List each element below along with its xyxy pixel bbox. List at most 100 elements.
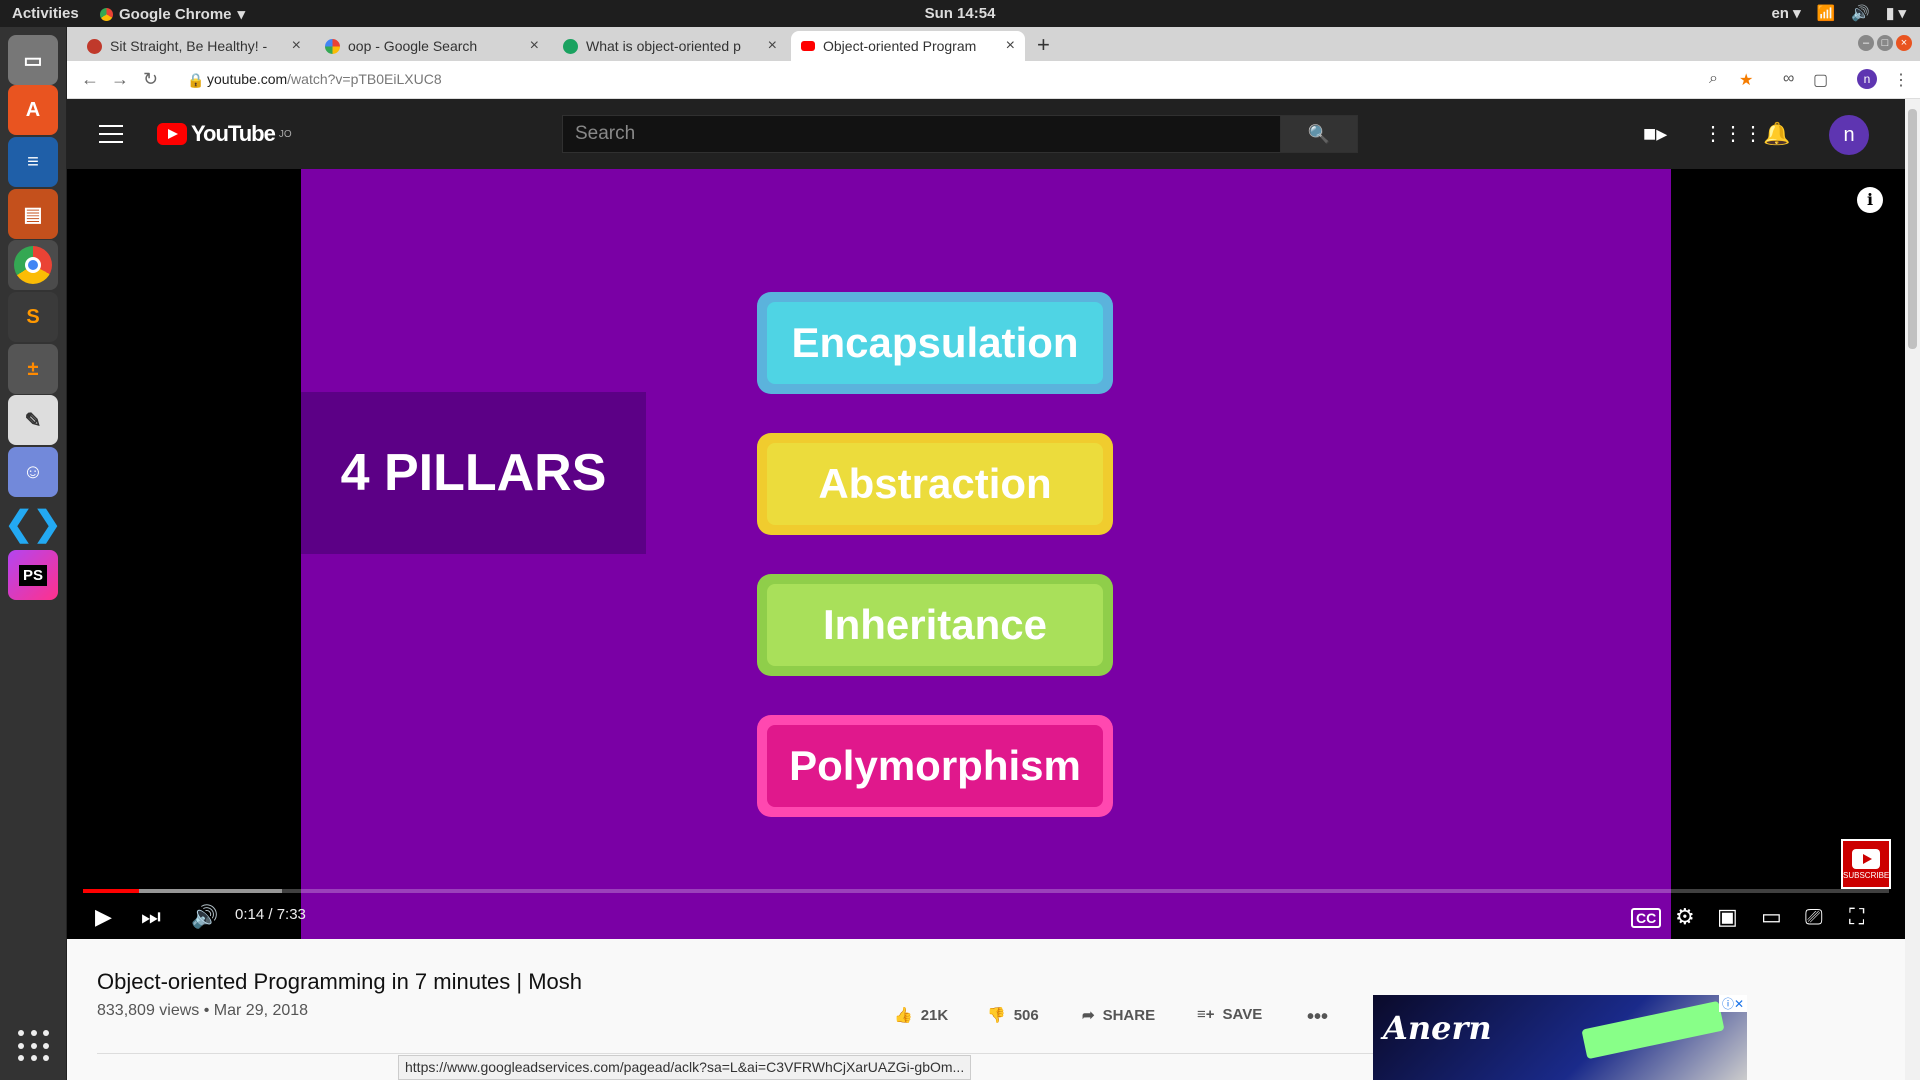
close-window-button[interactable]: × — [1896, 35, 1912, 51]
share-button[interactable]: ➦ SHARE — [1082, 1006, 1155, 1025]
view-count: 833,809 views — [97, 1002, 200, 1019]
address-bar[interactable]: youtube.com/watch?v=pTB0EiLXUC8 — [207, 71, 442, 87]
upload-date: Mar 29, 2018 — [213, 1002, 309, 1019]
like-button[interactable]: 👍 21K — [894, 1006, 948, 1025]
tab-strip: Sit Straight, Be Healthy! - × oop - Goog… — [67, 27, 1920, 61]
chrome-dock-icon[interactable] — [8, 240, 58, 290]
maximize-button[interactable]: □ — [1877, 35, 1893, 51]
miniplayer-button[interactable]: ▣ — [1717, 904, 1738, 930]
discord-icon[interactable]: ☺ — [8, 447, 58, 497]
phpstorm-icon[interactable]: PS — [8, 550, 58, 600]
tab-youtube-video[interactable]: Object-oriented Program × — [791, 31, 1025, 61]
chrome-menu-icon[interactable]: ⋮ — [1893, 70, 1909, 90]
tab-sit-straight[interactable]: Sit Straight, Be Healthy! - × — [77, 31, 311, 61]
dock: ▭ A ≡ ▤ S ± ✎ ☺ ❮❯ PS — [0, 27, 67, 1080]
browser-window: Sit Straight, Be Healthy! - × oop - Goog… — [67, 27, 1920, 1080]
youtube-icon — [801, 41, 815, 51]
settings-gear-icon[interactable]: ⚙ — [1675, 904, 1695, 930]
search-button[interactable]: 🔍 — [1280, 115, 1358, 153]
ad-brand: Anern — [1383, 1009, 1492, 1047]
fullscreen-button[interactable]: ⛶ — [1849, 904, 1864, 930]
sublime-icon[interactable]: S — [8, 292, 58, 342]
volume-button[interactable]: 🔊 — [191, 904, 218, 930]
progress-bar[interactable] — [83, 889, 1889, 893]
tab-what-is-oop[interactable]: What is object-oriented p × — [553, 31, 787, 61]
impress-icon[interactable]: ▤ — [8, 189, 58, 239]
pillar-label: Polymorphism — [789, 742, 1081, 789]
next-button[interactable]: ⏭ — [141, 904, 161, 930]
scrollbar-thumb[interactable] — [1908, 109, 1917, 349]
toolbar: ← → ↻ 🔒 youtube.com/watch?v=pTB0EiLXUC8 … — [67, 61, 1920, 99]
pillar-label: Inheritance — [822, 601, 1048, 648]
extension-square-icon[interactable]: ▢ — [1813, 70, 1828, 90]
hamburger-menu-icon[interactable] — [99, 125, 123, 143]
ad-choices-icon[interactable]: ⓘ✕ — [1718, 995, 1747, 1012]
profile-avatar[interactable]: n — [1857, 69, 1877, 89]
save-button[interactable]: ≡+ SAVE — [1197, 1006, 1262, 1023]
clock[interactable]: Sun 14:54 — [0, 5, 1920, 22]
scrollbar[interactable] — [1905, 99, 1920, 1080]
region-code: JO — [278, 128, 292, 140]
close-icon[interactable]: × — [530, 37, 539, 55]
wifi-icon: 📶 — [1816, 5, 1836, 22]
captions-button[interactable]: CC — [1631, 908, 1662, 928]
video-player[interactable]: 4 PILLARS Encapsulation Abstraction Inhe… — [67, 169, 1905, 939]
reload-button[interactable]: ↻ — [143, 69, 158, 90]
youtube-logo-text: YouTube — [191, 121, 276, 146]
lock-icon[interactable]: 🔒 — [187, 72, 204, 89]
files-icon[interactable]: ▭ — [8, 35, 58, 85]
play-button[interactable]: ▶ — [95, 904, 112, 930]
theater-mode-button[interactable]: ▭ — [1761, 904, 1782, 930]
forward-button[interactable]: → — [111, 69, 129, 90]
youtube-masthead: YouTube JO Search 🔍 ■▸ ⋮⋮⋮ 🔔 n — [67, 99, 1905, 169]
video-frame: 4 PILLARS Encapsulation Abstraction Inhe… — [301, 169, 1671, 939]
tab-title: oop - Google Search — [348, 38, 478, 54]
account-avatar[interactable]: n — [1829, 115, 1869, 155]
calculator-icon[interactable]: ± — [8, 344, 58, 394]
ad-banner[interactable]: Anern ⓘ✕ — [1373, 995, 1747, 1080]
played-bar — [83, 889, 139, 893]
slide-heading: 4 PILLARS — [301, 392, 646, 554]
language-indicator[interactable]: en ▾ — [1771, 4, 1800, 22]
watermark-label: SUBSCRIBE — [1843, 871, 1890, 880]
tab-google-search[interactable]: oop - Google Search × — [315, 31, 549, 61]
zoom-icon[interactable]: ⌕ — [1709, 70, 1718, 88]
tab-favicon — [87, 38, 102, 54]
youtube-page: YouTube JO Search 🔍 ■▸ ⋮⋮⋮ 🔔 n 4 PILLARS… — [67, 99, 1905, 1080]
pillar-inheritance: Inheritance — [757, 574, 1113, 676]
google-icon — [325, 38, 340, 54]
close-icon[interactable]: × — [768, 37, 777, 55]
create-video-icon[interactable]: ■▸ — [1643, 121, 1667, 147]
video-title: Object-oriented Programming in 7 minutes… — [97, 969, 583, 994]
info-icon[interactable]: i — [1857, 187, 1883, 213]
new-tab-button[interactable]: + — [1037, 32, 1050, 58]
close-icon[interactable]: × — [292, 37, 301, 55]
search-input[interactable]: Search — [562, 115, 1282, 153]
apps-grid-icon[interactable]: ⋮⋮⋮ — [1703, 121, 1763, 146]
writer-icon[interactable]: ≡ — [8, 137, 58, 187]
cast-icon[interactable]: ⎚ — [1805, 904, 1823, 930]
back-button[interactable]: ← — [81, 69, 99, 90]
play-icon — [1852, 849, 1880, 869]
bookmark-star-icon[interactable]: ★ — [1739, 70, 1753, 90]
tab-favicon — [563, 38, 578, 54]
software-center-icon[interactable]: A — [8, 85, 58, 135]
subscribe-watermark[interactable]: SUBSCRIBE — [1841, 839, 1891, 889]
close-icon[interactable]: × — [1006, 37, 1015, 55]
tab-title: What is object-oriented p — [586, 38, 741, 54]
youtube-logo[interactable]: YouTube JO — [157, 121, 292, 147]
system-tray[interactable]: en ▾ 📶 🔊 ▮ ▾ — [1771, 4, 1906, 22]
thumbs-up-icon: 👍 — [894, 1007, 913, 1024]
tab-title: Sit Straight, Be Healthy! - — [110, 38, 268, 54]
time-display: 0:14 / 7:33 — [235, 906, 306, 923]
text-editor-icon[interactable]: ✎ — [8, 395, 58, 445]
vscode-icon[interactable]: ❮❯ — [5, 499, 62, 549]
show-applications-icon[interactable] — [18, 1030, 50, 1062]
notifications-bell-icon[interactable]: 🔔 — [1763, 121, 1790, 147]
dislike-button[interactable]: 👎 506 — [987, 1006, 1039, 1025]
more-actions-icon[interactable]: ••• — [1307, 1006, 1328, 1029]
battery-icon: ▮ ▾ — [1886, 5, 1906, 22]
extension-icon[interactable]: ∞ — [1783, 70, 1794, 88]
minimize-button[interactable]: – — [1858, 35, 1874, 51]
save-label: SAVE — [1222, 1006, 1263, 1023]
